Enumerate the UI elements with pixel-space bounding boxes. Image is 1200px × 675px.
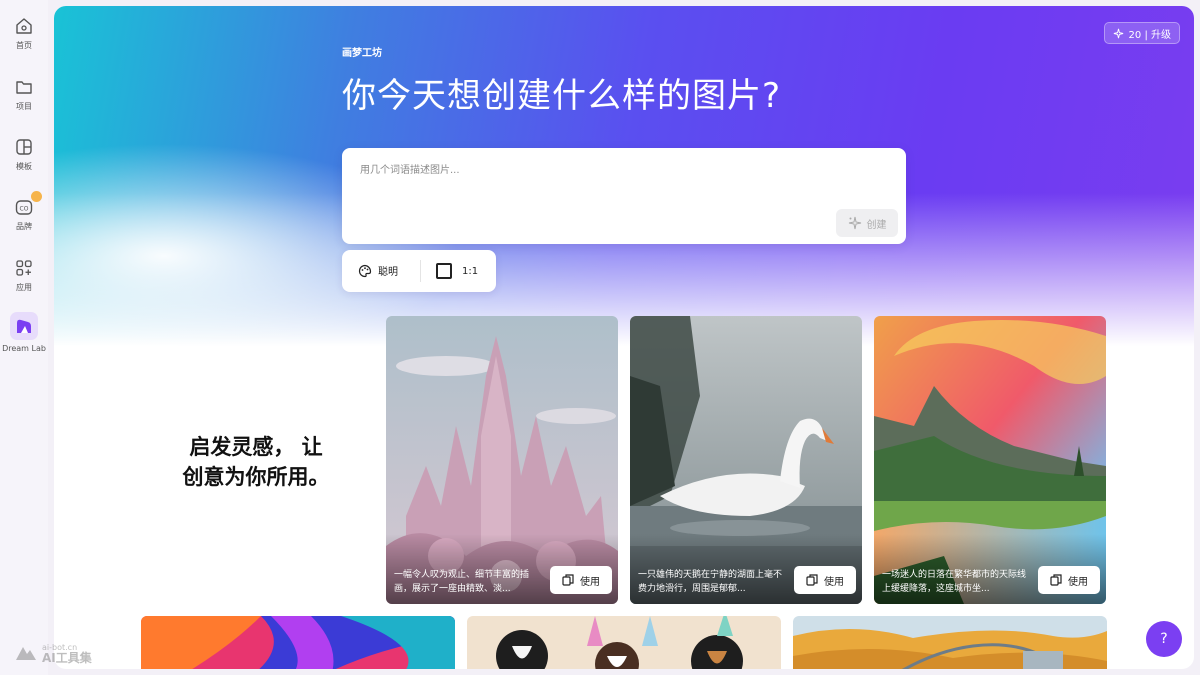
aspect-ratio-selector[interactable]: 1:1 — [436, 263, 478, 279]
help-button[interactable]: ? — [1146, 621, 1182, 657]
folder-icon — [16, 81, 32, 94]
home-icon — [16, 18, 32, 34]
party-dogs-image — [467, 616, 781, 669]
use-label: 使用 — [824, 576, 844, 588]
sidebar-item-label: 应用 — [16, 283, 32, 292]
options-bar: 聪明 1:1 — [342, 250, 496, 292]
sidebar-item-label: 模板 — [16, 162, 32, 171]
upgrade-button[interactable]: 20 | 升级 — [1103, 22, 1180, 44]
palette-icon — [358, 264, 372, 277]
copy-icon — [1050, 574, 1062, 586]
gallery-card[interactable] — [141, 616, 455, 669]
inspiration-card[interactable]: 一场迷人的日落在繁华都市的天际线上缓缓降落，这座城市坐... 使用 — [874, 316, 1106, 604]
gallery-card[interactable] — [793, 616, 1107, 669]
brand-icon: CO — [15, 200, 33, 215]
sidebar-item-templates[interactable]: 模板 — [0, 137, 48, 172]
sidebar-item-home[interactable]: 首页 — [0, 16, 48, 51]
copy-icon — [806, 574, 818, 586]
prompt-input[interactable] — [358, 164, 882, 177]
card-caption: 一幅令人叹为观止、细节丰富的插画，展示了一座由精致、淡... — [394, 570, 530, 594]
sidebar: 首页 项目 模板 CO 品牌 应用 Dream Lab — [0, 0, 48, 675]
brand-name: 画梦工坊 — [342, 48, 382, 59]
copy-icon — [562, 574, 574, 586]
card-caption: 一只雄伟的天鹅在宁静的湖面上毫不费力地滑行，周围是郁郁... — [638, 570, 783, 594]
divider — [420, 260, 421, 282]
dream-lab-icon — [10, 312, 38, 340]
use-button[interactable]: 使用 — [550, 566, 612, 594]
create-label: 创建 — [866, 219, 887, 231]
template-icon — [16, 139, 32, 155]
inspiration-line: 启发灵感， 让 — [189, 435, 323, 459]
page-title: 你今天想创建什么样的图片? — [342, 76, 782, 116]
prompt-box: 创建 — [342, 148, 906, 244]
sidebar-item-brand[interactable]: CO 品牌 — [0, 191, 48, 232]
gallery-card[interactable] — [467, 616, 781, 669]
create-button[interactable]: 创建 — [836, 209, 898, 237]
use-label: 使用 — [580, 576, 600, 588]
svg-text:CO: CO — [20, 206, 29, 213]
inspiration-card[interactable]: 一只雄伟的天鹅在宁静的湖面上毫不费力地滑行，周围是郁郁... 使用 — [630, 316, 862, 604]
inspiration-card[interactable]: 一幅令人叹为观止、细节丰富的插画，展示了一座由精致、淡... 使用 — [386, 316, 618, 604]
sidebar-item-label: Dream Lab — [2, 344, 46, 353]
apps-icon — [16, 260, 32, 276]
watermark-logo-icon — [16, 647, 36, 660]
use-label: 使用 — [1068, 576, 1088, 588]
crown-badge-icon — [31, 191, 42, 202]
sidebar-item-label: 首页 — [16, 41, 32, 50]
card-caption: 一场迷人的日落在繁华都市的天际线上缓缓降落，这座城市坐... — [882, 570, 1027, 594]
sparkle-icon — [1113, 28, 1123, 38]
inspiration-heading: 启发灵感， 让 创意为你所用。 — [166, 432, 346, 492]
colorful-portrait-image — [141, 616, 455, 669]
square-ratio-icon — [436, 263, 452, 279]
use-button[interactable]: 使用 — [1038, 566, 1100, 594]
sidebar-item-projects[interactable]: 项目 — [0, 77, 48, 112]
main-panel: 20 | 升级 画梦工坊 你今天想创建什么样的图片? 创建 聪明 1:1 启发灵… — [54, 6, 1194, 669]
upgrade-label: 20 | 升级 — [1128, 29, 1171, 41]
sidebar-item-dream-lab[interactable]: Dream Lab — [0, 312, 48, 353]
watermark: ai-bot.cn AI工具集 — [14, 642, 92, 664]
style-label: 聪明 — [378, 267, 398, 278]
sidebar-item-label: 项目 — [16, 102, 32, 111]
sparkle-icon — [848, 216, 861, 230]
watermark-name: AI工具集 — [42, 651, 92, 665]
use-button[interactable]: 使用 — [794, 566, 856, 594]
inspiration-line: 创意为你所用。 — [182, 465, 330, 489]
style-selector[interactable]: 聪明 — [358, 263, 398, 278]
desert-road-image — [793, 616, 1107, 669]
ratio-label: 1:1 — [462, 265, 479, 277]
sidebar-item-label: 品牌 — [16, 222, 32, 231]
sidebar-item-apps[interactable]: 应用 — [0, 258, 48, 293]
